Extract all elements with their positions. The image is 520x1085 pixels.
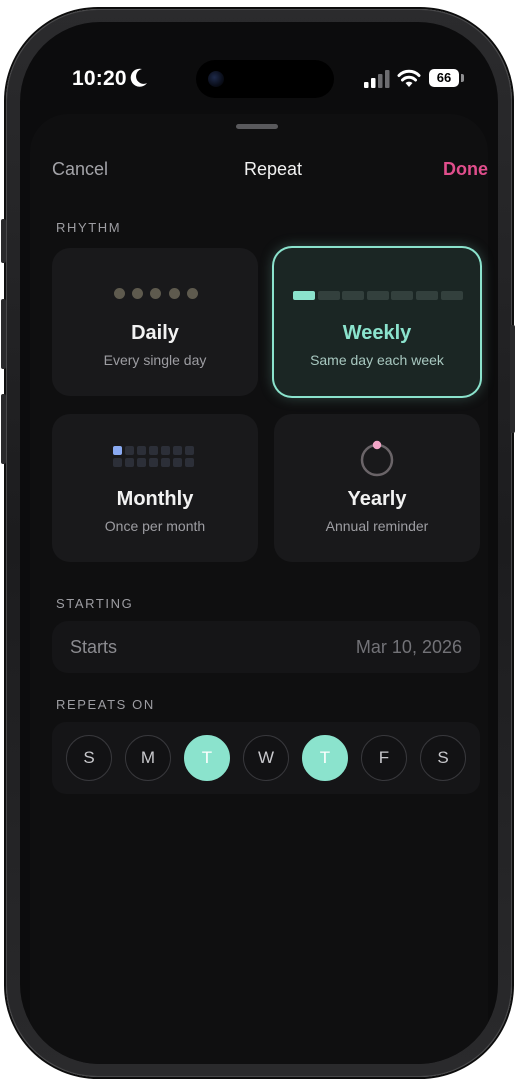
- rhythm-option-title: Yearly: [347, 488, 407, 510]
- rhythm-option-title: Monthly: [116, 488, 194, 510]
- weekday-tuesday[interactable]: T: [184, 735, 230, 781]
- weekday-monday[interactable]: M: [125, 735, 171, 781]
- starts-date-value: Mar 10, 2026: [355, 637, 462, 657]
- yearly-ring-icon: [360, 440, 394, 477]
- daily-dots-icon: [114, 286, 205, 304]
- status-bar: 10:20 66: [20, 22, 498, 122]
- camera-icon: [208, 71, 224, 87]
- starting-section-label: STARTING: [56, 596, 134, 611]
- sheet-title: Repeat: [243, 159, 303, 179]
- rhythm-option-subtitle: Once per month: [104, 518, 206, 534]
- rhythm-option-title: Weekly: [342, 322, 412, 344]
- rhythm-option-daily[interactable]: Daily Every single day: [52, 248, 258, 396]
- weekday-thursday[interactable]: T: [302, 735, 348, 781]
- weekday-picker: S M T W T F S: [52, 722, 480, 794]
- status-time: 10:20: [72, 67, 127, 90]
- power-button: [510, 325, 515, 433]
- signal-icon: [364, 70, 390, 88]
- screen: 10:20 66 Cancel Repeat Done RHYTHM Daily…: [20, 22, 498, 1064]
- volume-up-button: [1, 299, 6, 369]
- rhythm-option-title: Daily: [131, 322, 179, 344]
- dynamic-island: [196, 60, 334, 98]
- wifi-icon: [397, 69, 421, 87]
- rhythm-option-yearly[interactable]: Yearly Annual reminder: [274, 414, 480, 562]
- repeat-sheet: Cancel Repeat Done RHYTHM Daily Every si…: [30, 114, 488, 1064]
- action-button: [1, 219, 6, 263]
- rhythm-option-subtitle: Same day each week: [310, 352, 444, 368]
- weekday-wednesday[interactable]: W: [243, 735, 289, 781]
- done-button[interactable]: Done: [443, 159, 488, 180]
- rhythm-option-weekly[interactable]: Weekly Same day each week: [274, 248, 480, 396]
- weekday-saturday[interactable]: S: [420, 735, 466, 781]
- moon-icon: [130, 68, 147, 87]
- monthly-calendar-icon: [113, 446, 199, 467]
- weekly-bars-icon: [293, 287, 465, 305]
- battery-tip: [461, 74, 464, 82]
- weekday-friday[interactable]: F: [361, 735, 407, 781]
- rhythm-option-subtitle: Annual reminder: [325, 518, 429, 534]
- phone-frame: 10:20 66 Cancel Repeat Done RHYTHM Daily…: [1, 9, 515, 1077]
- starts-label: Starts: [70, 637, 118, 657]
- sheet-grabber[interactable]: [236, 124, 278, 129]
- volume-down-button: [1, 394, 6, 464]
- rhythm-option-monthly[interactable]: Monthly Once per month: [52, 414, 258, 562]
- rhythm-option-subtitle: Every single day: [103, 352, 207, 368]
- starts-row[interactable]: Starts Mar 10, 2026: [52, 621, 480, 673]
- weekday-sunday[interactable]: S: [66, 735, 112, 781]
- battery-icon: 66: [429, 69, 459, 87]
- repeats-on-section-label: REPEATS ON: [56, 697, 155, 712]
- rhythm-section-label: RHYTHM: [56, 220, 122, 235]
